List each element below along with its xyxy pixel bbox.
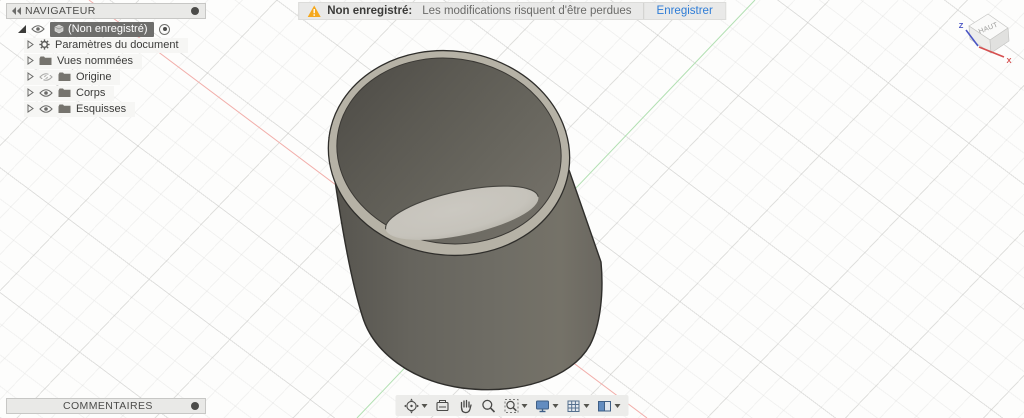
view-cube[interactable]: HAUT Z X: [959, 14, 1012, 65]
collapse-panel-icon[interactable]: [12, 7, 21, 15]
panel-options-icon[interactable]: [191, 7, 199, 15]
document-cube-icon: [54, 24, 64, 34]
tree-item-label: Origine: [76, 71, 111, 83]
collapsed-arrow-icon[interactable]: [27, 104, 34, 113]
viewports-icon: [597, 398, 613, 414]
fusion360-viewport: { "navigator_panel": { "title": "NAVIGAT…: [0, 0, 1024, 418]
tree-row-origin[interactable]: Origine: [0, 69, 188, 85]
navigator-title: NAVIGATEUR: [25, 5, 96, 17]
eye-icon[interactable]: [39, 88, 53, 98]
eye-icon[interactable]: [39, 104, 53, 114]
gear-icon: [39, 39, 50, 50]
folder-icon: [39, 56, 52, 66]
collapsed-arrow-icon[interactable]: [27, 88, 34, 97]
activate-component-radio[interactable]: [159, 24, 170, 35]
pan-hand-icon: [458, 398, 474, 414]
document-name: (Non enregistré): [68, 23, 147, 35]
x-axis-label: X: [1006, 56, 1011, 65]
banner-message: Les modifications risquent d'être perdue…: [422, 5, 631, 17]
look-at-icon: [435, 398, 451, 414]
collapsed-arrow-icon[interactable]: [27, 72, 34, 81]
display-settings-icon: [535, 398, 551, 414]
fit-icon: [504, 398, 520, 414]
collapsed-arrow-icon[interactable]: [27, 40, 34, 49]
eye-icon[interactable]: [31, 24, 45, 34]
dropdown-caret-icon[interactable]: [522, 404, 528, 408]
pan-button[interactable]: [456, 397, 476, 415]
warning-icon: [307, 5, 321, 18]
tree-item-label: Esquisses: [76, 103, 126, 115]
zoom-button[interactable]: [479, 397, 499, 415]
dropdown-caret-icon[interactable]: [553, 404, 559, 408]
folder-icon: [58, 72, 71, 82]
expanded-arrow-icon[interactable]: [18, 25, 26, 33]
tree-item-label: Vues nommées: [57, 55, 133, 67]
unsaved-banner: Non enregistré: Les modifications risque…: [298, 2, 726, 20]
orbit-button[interactable]: [402, 397, 430, 415]
collapsed-arrow-icon[interactable]: [27, 56, 34, 65]
viewports-button[interactable]: [595, 397, 623, 415]
dropdown-caret-icon[interactable]: [422, 404, 428, 408]
comments-panel-header[interactable]: COMMENTAIRES: [6, 398, 206, 414]
banner-title: Non enregistré:: [327, 5, 412, 17]
tree-row-document-settings[interactable]: Paramètres du document: [0, 37, 188, 53]
folder-icon: [58, 88, 71, 98]
eye-hidden-icon[interactable]: [39, 72, 53, 82]
tree-row-bodies[interactable]: Corps: [0, 85, 188, 101]
tree-row-document[interactable]: (Non enregistré): [0, 21, 188, 37]
navigator-panel-header[interactable]: NAVIGATEUR: [6, 3, 206, 19]
dropdown-caret-icon[interactable]: [584, 404, 590, 408]
save-button[interactable]: Enregistrer: [645, 5, 725, 17]
tree-item-label: Corps: [76, 87, 105, 99]
tree-row-named-views[interactable]: Vues nommées: [0, 53, 188, 69]
dropdown-caret-icon[interactable]: [615, 404, 621, 408]
cylinder-body[interactable]: [315, 35, 602, 389]
grid-and-snaps-button[interactable]: [564, 397, 592, 415]
zoom-icon: [481, 398, 497, 414]
comments-title: COMMENTAIRES: [7, 400, 153, 412]
grid-icon: [566, 398, 582, 414]
z-axis-label: Z: [959, 21, 964, 30]
display-settings-button[interactable]: [533, 397, 561, 415]
browser-tree: (Non enregistré) Paramètres du document: [0, 21, 188, 117]
navigation-toolbar: [396, 395, 629, 416]
document-selected-highlight[interactable]: (Non enregistré): [50, 22, 154, 37]
look-at-button[interactable]: [433, 397, 453, 415]
fit-button[interactable]: [502, 397, 530, 415]
folder-icon: [58, 104, 71, 114]
orbit-icon: [404, 398, 420, 414]
tree-row-sketches[interactable]: Esquisses: [0, 101, 188, 117]
panel-options-icon[interactable]: [191, 402, 199, 410]
tree-item-label: Paramètres du document: [55, 39, 179, 51]
